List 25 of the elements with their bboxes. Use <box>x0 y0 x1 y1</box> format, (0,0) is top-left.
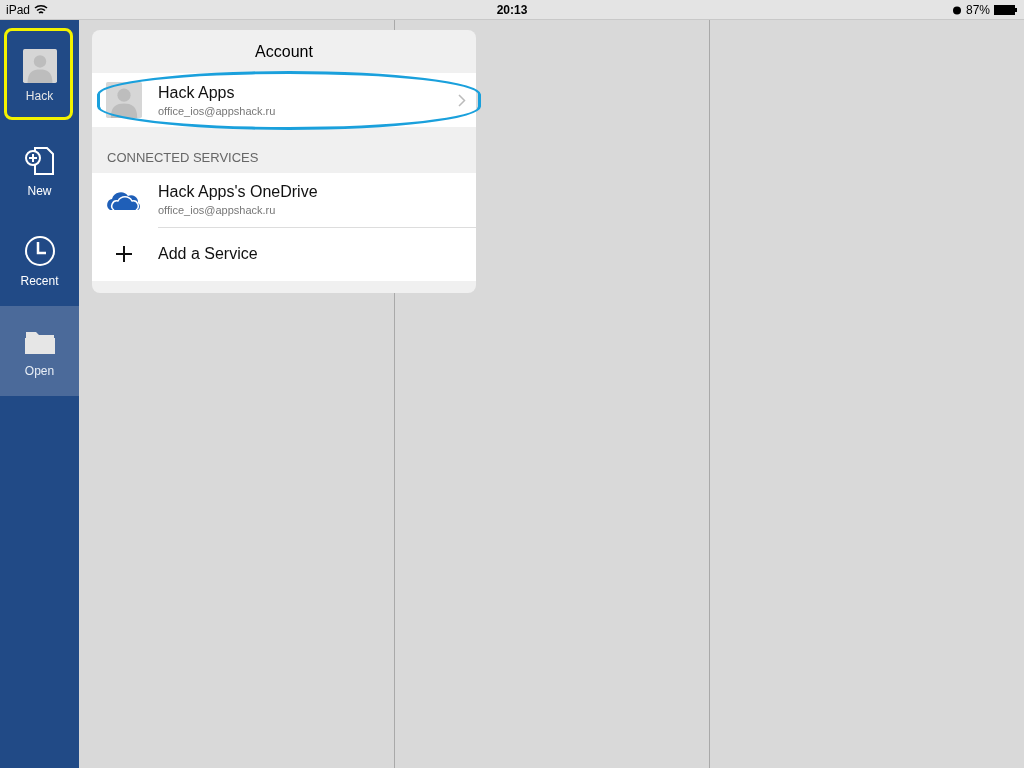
section-header: CONNECTED SERVICES <box>106 149 260 167</box>
sidebar-item[interactable]: Recent <box>0 216 79 306</box>
service-name: Add a Service <box>158 245 259 263</box>
clock-icon <box>22 234 57 268</box>
avatar-icon <box>22 49 57 83</box>
service-row[interactable]: Add a Service <box>92 227 476 281</box>
sidebar-item[interactable]: New <box>0 126 79 216</box>
popover-title: Account <box>254 42 314 62</box>
service-email: office_ios@appshack.ru <box>158 204 277 216</box>
wifi-icon <box>34 4 49 15</box>
chevron-icon <box>458 93 466 107</box>
account-name: Hack Apps <box>158 83 236 102</box>
alarm-icon <box>951 4 962 15</box>
device-name: iPad <box>6 2 31 17</box>
new-document-icon <box>22 144 57 178</box>
battery-percentage: 87% <box>965 2 990 17</box>
service-name: Hack Apps's OneDrive <box>158 183 319 201</box>
sidebar-item[interactable]: Open <box>0 306 79 396</box>
service-row[interactable]: Hack Apps's OneDrive office_ios@appshack.ru <box>92 173 476 227</box>
account-row[interactable]: Hack Apps office_ios@appshack.ru <box>92 73 476 127</box>
clock-time: 20:13 <box>496 2 528 17</box>
account-email: office_ios@appshack.ru <box>158 104 277 117</box>
sidebar-item[interactable]: Hack <box>0 20 79 126</box>
battery-icon <box>994 4 1018 15</box>
avatar-icon <box>106 82 142 118</box>
